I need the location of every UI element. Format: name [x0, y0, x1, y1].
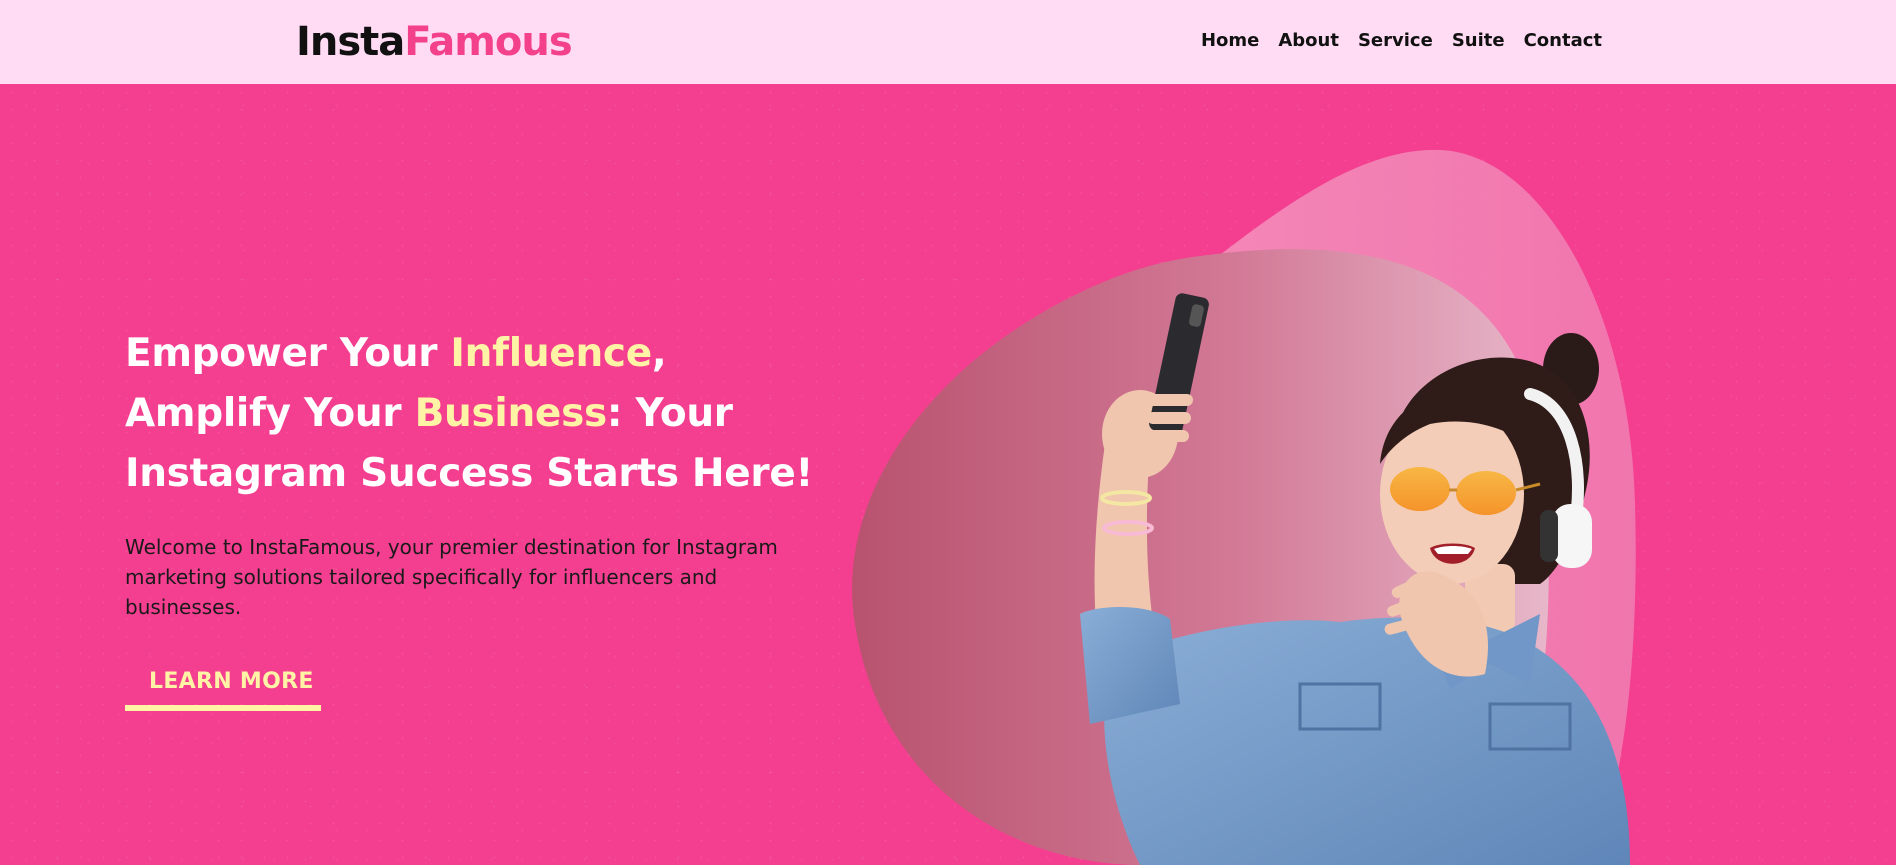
nav-suite[interactable]: Suite [1452, 29, 1505, 53]
main-nav: Home About Service Suite Contact [1182, 29, 1602, 53]
headline-part-1: Empower Your [125, 331, 451, 376]
learn-more-button[interactable]: LEARN MORE [125, 655, 321, 711]
hero-headline: Empower Your Influence, Amplify Your Bus… [125, 324, 825, 504]
headline-highlight-influence: Influence [450, 331, 652, 376]
hero-illustration [852, 149, 1636, 865]
site-logo[interactable]: InstaFamous [296, 16, 573, 68]
nav-about[interactable]: About [1278, 29, 1339, 53]
headline-highlight-business: Business [414, 391, 608, 436]
page: InstaFamous Home About Service Suite Con… [0, 0, 1896, 865]
learn-more-label: LEARN MORE [149, 669, 314, 694]
nav-contact[interactable]: Contact [1524, 29, 1602, 53]
hero-intro-text: Welcome to InstaFamous, your premier des… [125, 535, 778, 619]
logo-text-insta: Insta [296, 19, 405, 65]
site-header: InstaFamous Home About Service Suite Con… [0, 0, 1896, 84]
learn-more-underline [125, 705, 321, 711]
nav-service[interactable]: Service [1358, 29, 1433, 53]
nav-home[interactable]: Home [1201, 29, 1259, 53]
logo-text-famous: Famous [404, 19, 572, 65]
hero-section: Empower Your Influence, Amplify Your Bus… [0, 84, 1896, 865]
